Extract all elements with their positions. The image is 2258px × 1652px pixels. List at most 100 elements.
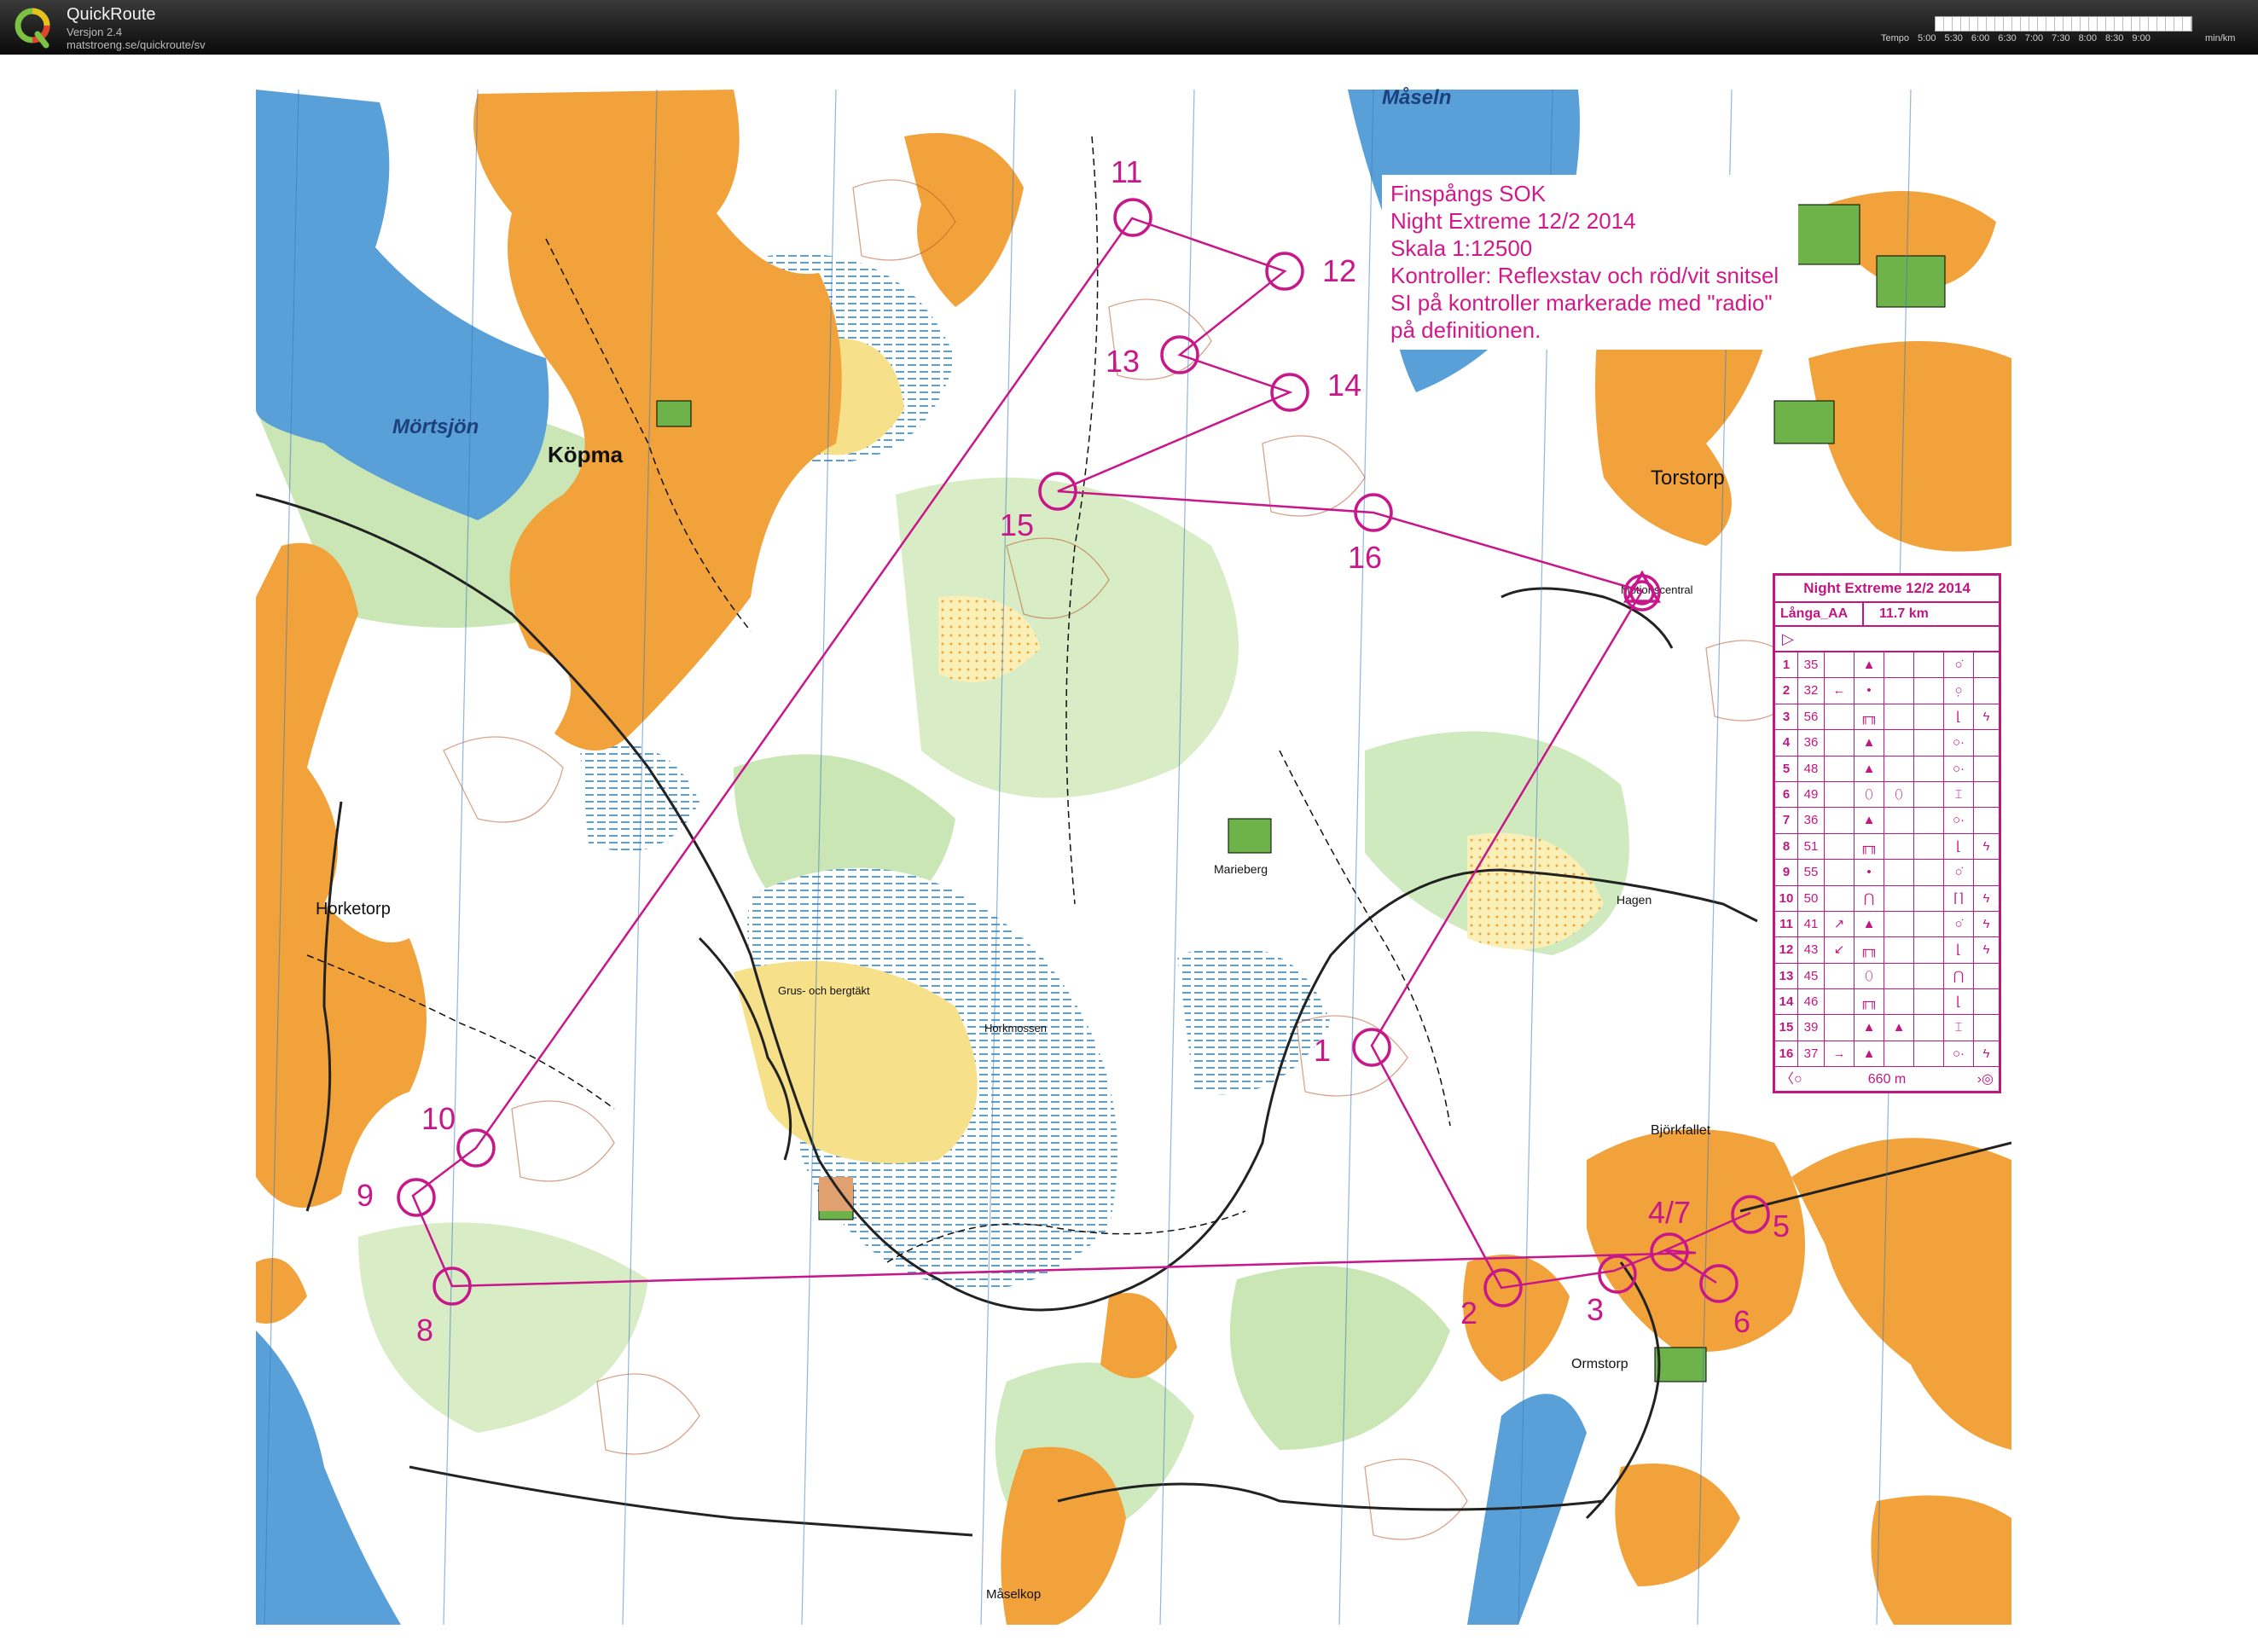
control-number: 2: [1460, 1296, 1477, 1330]
place-name: Måseln: [1382, 86, 1451, 109]
control-number: 3: [1587, 1292, 1604, 1327]
pace-tick: 8:30: [2104, 33, 2124, 43]
cd-class-row: Långa_AA 11.7 km: [1775, 603, 1999, 627]
cd-cell-e: [1884, 678, 1914, 704]
cd-cell-n: 13: [1775, 963, 1798, 989]
cd-cell-code: 56: [1798, 704, 1825, 730]
finish-icon: ›◎: [1976, 1072, 1994, 1087]
cd-cell-code: 50: [1798, 885, 1825, 911]
place-name: Köpma: [548, 442, 624, 467]
cd-cell-d: [1825, 963, 1855, 989]
map-header-line: Night Extreme 12/2 2014: [1390, 208, 1636, 234]
control-number: 14: [1327, 368, 1361, 403]
cd-cell-h: ϟ: [1982, 890, 1990, 906]
cd-cell-h: [1974, 989, 1999, 1014]
control-number: 16: [1348, 540, 1382, 575]
cd-finish-row: 〈○ 660 m ›◎: [1775, 1067, 1999, 1093]
cd-cell-c: ▲: [1855, 808, 1884, 833]
pace-tick: 6:30: [1998, 33, 2017, 43]
cd-row: 15 39 ▲ ▲ ⌶: [1775, 1015, 1999, 1041]
cd-cell-code: 37: [1798, 1040, 1825, 1067]
place-name: Mörtsjön: [392, 415, 479, 438]
map-header-line: Kontroller: Reflexstav och röd/vit snits…: [1390, 263, 1779, 288]
cd-row: 2 32 ← • ○̣: [1775, 678, 1999, 704]
control-number: 4/7: [1648, 1195, 1691, 1230]
cd-row: 7 36 ▲ ○·: [1775, 808, 1999, 834]
cd-cell-d: [1825, 781, 1855, 808]
cd-cell-e: [1884, 911, 1914, 937]
app-title: QuickRoute: [67, 5, 156, 24]
cd-cell-f: [1914, 704, 1944, 730]
cd-cell-f: [1914, 963, 1944, 989]
cd-cell-code: 32: [1798, 678, 1825, 704]
cd-cell-d: [1825, 989, 1855, 1015]
cd-cell-e: [1884, 730, 1914, 756]
cd-cell-n: 4: [1775, 730, 1798, 756]
cd-row: 13 45 ⬯ ⋂: [1775, 963, 1999, 990]
cd-cell-h: [1974, 1015, 1999, 1040]
cd-cell-e: [1884, 1040, 1914, 1067]
control-number: 6: [1733, 1304, 1750, 1339]
cd-row: 4 36 ▲ ○·: [1775, 730, 1999, 756]
cd-cell-c: ⋂: [1855, 885, 1884, 911]
cd-row: 3 56 ╓╖ ⌊ ϟ: [1775, 704, 1999, 731]
map-canvas[interactable]: Måseln Mörtsjön Köpma Torstorp Motionsce…: [0, 55, 2258, 1652]
cd-cell-g: ⌊: [1944, 833, 1974, 860]
cd-cell-code: 39: [1798, 1015, 1825, 1040]
cd-cell-n: 12: [1775, 937, 1798, 963]
cd-cell-g: ⌊: [1944, 989, 1974, 1015]
cd-cell-g: ⌈⌉: [1944, 885, 1974, 911]
cd-cell-e: [1884, 704, 1914, 730]
cd-cell-c: ⬯: [1855, 781, 1884, 808]
cd-start-row: ▷: [1775, 627, 1999, 652]
cd-cell-code: 35: [1798, 652, 1825, 678]
cd-cell-code: 55: [1798, 860, 1825, 885]
cd-cell-g: ⋂: [1944, 963, 1974, 989]
cd-cell-c: ▲: [1855, 1015, 1884, 1040]
cd-title: Night Extreme 12/2 2014: [1775, 576, 1999, 603]
app-version: Versjon 2.4: [67, 26, 123, 38]
pace-label: Tempo: [1881, 33, 1910, 43]
finish-funnel-icon: 〈○: [1780, 1072, 1802, 1087]
cd-cell-e: [1884, 833, 1914, 860]
cd-cell-code: 41: [1798, 911, 1825, 937]
cd-cell-c: ▲: [1855, 730, 1884, 756]
cd-cell-e: [1884, 937, 1914, 963]
pace-scale-ticks: Tempo 5:00 5:30 6:00 6:30 7:00 7:30 8:00…: [1881, 33, 2151, 43]
cd-cell-code: 51: [1798, 833, 1825, 860]
cd-cell-h: [1974, 860, 1999, 884]
cd-cell-code: 49: [1798, 781, 1825, 808]
control-number: 12: [1322, 253, 1356, 288]
cd-cell-c: ▲: [1855, 1040, 1884, 1067]
control-description-sheet: Night Extreme 12/2 2014 Långa_AA 11.7 km…: [1773, 573, 2001, 1093]
place-name: Björkfallet: [1651, 1123, 1711, 1138]
app-url[interactable]: matstroeng.se/quickroute/sv: [67, 38, 206, 51]
cd-cell-n: 1: [1775, 652, 1798, 678]
cd-cell-code: 46: [1798, 989, 1825, 1015]
cd-cell-n: 9: [1775, 860, 1798, 885]
pace-scale-bar: [1935, 16, 2192, 32]
cd-cell-g: ⌶: [1944, 781, 1974, 808]
cd-cell-c: ╓╖: [1855, 704, 1884, 730]
pace-tick: 9:00: [2132, 33, 2151, 43]
cd-cell-c: ▲: [1855, 756, 1884, 781]
cd-cell-d: ↗: [1825, 911, 1855, 937]
cd-cell-e: [1884, 808, 1914, 833]
cd-cell-d: [1825, 730, 1855, 756]
cd-cell-n: 15: [1775, 1015, 1798, 1040]
pace-tick: 5:30: [1944, 33, 1963, 43]
cd-cell-h: [1974, 652, 1999, 677]
cd-cell-g: ○·: [1944, 1040, 1974, 1067]
cd-cell-f: [1914, 678, 1944, 704]
pace-tick: 7:00: [2024, 33, 2044, 43]
cd-cell-h: [1974, 678, 1999, 703]
quickroute-logo-icon: [15, 8, 50, 49]
cd-row: 11 41 ↗ ▲ ○̇ ϟ: [1775, 911, 1999, 938]
cd-cell-c: •: [1855, 860, 1884, 885]
cd-cell-c: ⬯: [1855, 963, 1884, 989]
place-name: Måselkop: [986, 1587, 1041, 1602]
cd-cell-code: 48: [1798, 756, 1825, 781]
cd-cell-e: [1884, 963, 1914, 989]
cd-cell-h: ϟ: [1982, 1046, 1990, 1061]
cd-cell-g: ○̇: [1944, 860, 1974, 885]
